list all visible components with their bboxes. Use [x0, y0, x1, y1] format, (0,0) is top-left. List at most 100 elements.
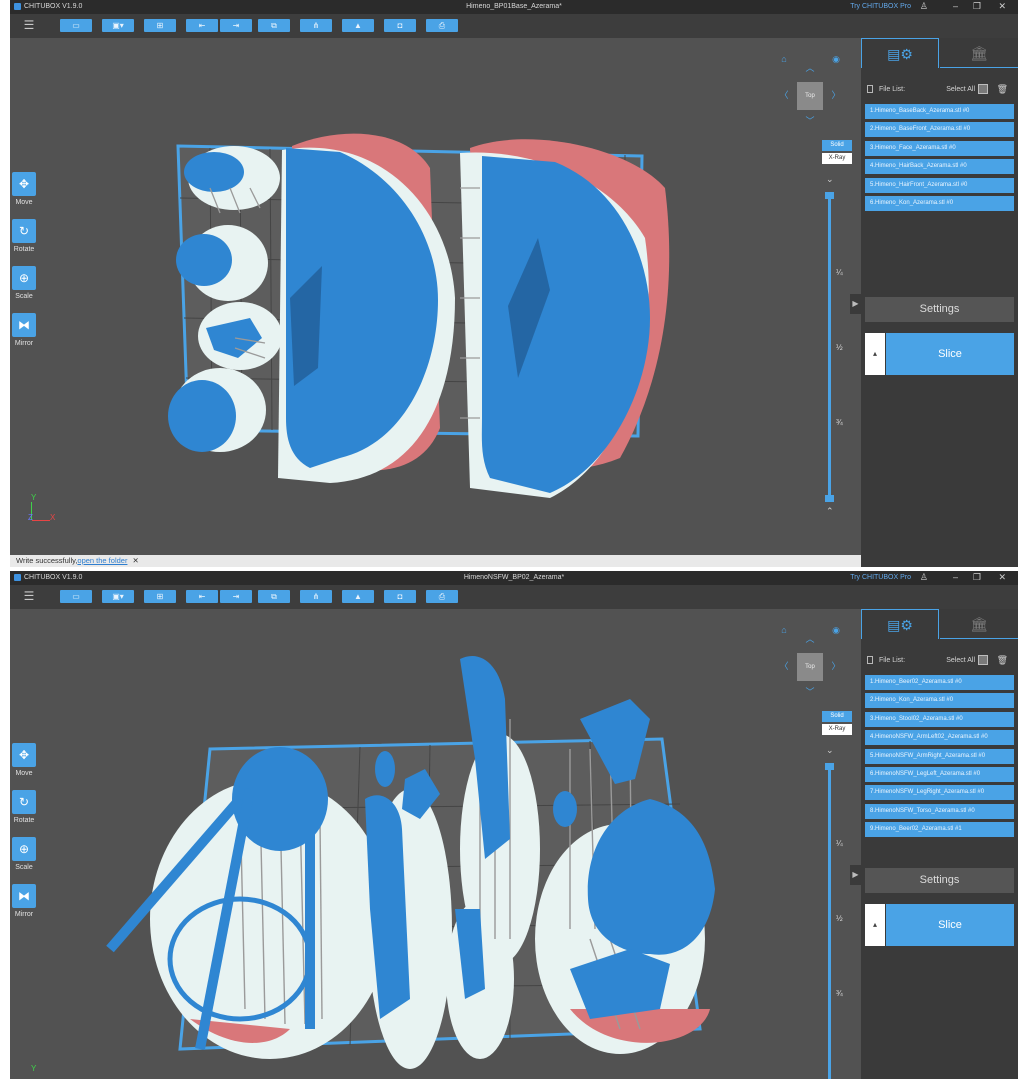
rotate-down-icon[interactable]: ﹀: [804, 116, 816, 126]
close-button[interactable]: ✕: [998, 1, 1006, 12]
tab-file-settings[interactable]: ▤⚙: [861, 609, 939, 639]
tab-print-settings[interactable]: 🏛: [940, 609, 1018, 639]
hollow-button[interactable]: ▲: [342, 19, 374, 32]
import-button[interactable]: ⇤: [186, 590, 218, 603]
select-all-checkbox[interactable]: [978, 84, 988, 94]
slice-button[interactable]: Slice: [886, 333, 1014, 375]
slider-up-caret-icon[interactable]: ⌄: [826, 174, 834, 185]
copy-button[interactable]: ⧉: [258, 590, 290, 603]
file-item[interactable]: 6.HimenoNSFW_LegLeft_Azerama.stl #0: [865, 766, 1014, 782]
hamburger-menu-icon[interactable]: ☰: [22, 18, 36, 32]
file-item[interactable]: 7.HimenoNSFW_LegRight_Azerama.stl #0: [865, 785, 1014, 801]
copy-button[interactable]: ⧉: [258, 19, 290, 32]
eye-icon[interactable]: ◉: [830, 54, 842, 64]
panel-collapse-arrow-icon[interactable]: ▶: [850, 865, 861, 885]
rotate-up-icon[interactable]: ︿: [804, 63, 816, 73]
rotate-down-icon[interactable]: ﹀: [804, 687, 816, 697]
hollow-button[interactable]: ▲: [342, 590, 374, 603]
scale-icon[interactable]: ⊕: [12, 837, 36, 861]
move-tool[interactable]: ✥ Move: [12, 172, 36, 206]
slider-down-caret-icon[interactable]: ⌃: [826, 506, 834, 517]
rotate-left-icon[interactable]: 〈: [778, 661, 790, 671]
tab-print-settings[interactable]: 🏛: [940, 38, 1018, 68]
file-item[interactable]: 1.Himeno_Beer02_Azerama.stl #0: [865, 675, 1014, 690]
try-pro-link[interactable]: Try CHITUBOX Pro: [850, 574, 911, 581]
restore-button[interactable]: ❐: [973, 1, 981, 12]
slice-options-button[interactable]: ▴: [865, 333, 885, 375]
rotate-icon[interactable]: ↻: [12, 790, 36, 814]
panel-collapse-arrow-icon[interactable]: ▶: [850, 294, 861, 314]
user-icon[interactable]: ♙: [920, 572, 928, 583]
open-file-button[interactable]: ▭: [60, 590, 92, 603]
file-item[interactable]: 2.Himeno_BaseFront_Azerama.stl #0: [865, 122, 1014, 138]
rotate-icon[interactable]: ↻: [12, 219, 36, 243]
move-tool[interactable]: ✥ Move: [12, 743, 36, 777]
tab-file-settings[interactable]: ▤⚙: [861, 38, 939, 68]
scale-tool[interactable]: ⊕ Scale: [12, 266, 36, 300]
mirror-tool[interactable]: ⧓ Mirror: [12, 313, 36, 347]
open-folder-link[interactable]: open the folder: [77, 556, 127, 565]
slider-up-caret-icon[interactable]: ⌄: [826, 745, 834, 756]
minimize-button[interactable]: –: [953, 572, 958, 582]
view-cube[interactable]: Top: [797, 653, 823, 681]
file-item[interactable]: 4.Himeno_HairBack_Azerama.stl #0: [865, 159, 1014, 175]
file-item[interactable]: 9.Himeno_Beer02_Azerama.stl #1: [865, 822, 1014, 838]
mirror-icon[interactable]: ⧓: [12, 884, 36, 908]
slice-button[interactable]: Slice: [886, 904, 1014, 946]
file-item[interactable]: 5.HimenoNSFW_ArmRight_Azerama.stl #0: [865, 748, 1014, 764]
print-button[interactable]: ⎙: [426, 590, 458, 603]
xray-mode-button[interactable]: X-Ray: [822, 724, 852, 735]
move-icon[interactable]: ✥: [12, 743, 36, 767]
file-item[interactable]: 6.Himeno_Kon_Azerama.stl #0: [865, 195, 1014, 211]
drill-button[interactable]: ◘: [384, 590, 416, 603]
settings-button[interactable]: Settings: [865, 297, 1014, 322]
auto-layout-button[interactable]: ⊞: [144, 19, 176, 32]
layer-slider[interactable]: [825, 192, 834, 502]
file-item[interactable]: 1.Himeno_BaseBack_Azerama.stl #0: [865, 104, 1014, 119]
file-item[interactable]: 2.Himeno_Kon_Azerama.stl #0: [865, 693, 1014, 709]
close-button[interactable]: ✕: [998, 572, 1006, 583]
supports-button[interactable]: ⋔: [300, 19, 332, 32]
save-button[interactable]: ▣▾: [102, 590, 134, 603]
rotate-right-icon[interactable]: 〉: [830, 661, 842, 671]
slider-top-handle[interactable]: [825, 763, 834, 770]
auto-layout-button[interactable]: ⊞: [144, 590, 176, 603]
file-item[interactable]: 8.HimenoNSFW_Torso_Azerama.stl #0: [865, 803, 1014, 819]
rotate-up-icon[interactable]: ︿: [804, 634, 816, 644]
xray-mode-button[interactable]: X-Ray: [822, 153, 852, 164]
file-item[interactable]: 4.HimenoNSFW_ArmLeft02_Azerama.stl #0: [865, 730, 1014, 746]
try-pro-link[interactable]: Try CHITUBOX Pro: [850, 3, 911, 10]
export-button[interactable]: ⇥: [220, 19, 252, 32]
minimize-button[interactable]: –: [953, 1, 958, 11]
hamburger-menu-icon[interactable]: ☰: [22, 589, 36, 603]
user-icon[interactable]: ♙: [920, 1, 928, 12]
trash-icon[interactable]: 🗑: [997, 655, 1008, 666]
file-item[interactable]: 3.Himeno_Face_Azerama.stl #0: [865, 140, 1014, 156]
mirror-tool[interactable]: ⧓ Mirror: [12, 884, 36, 918]
3d-viewport[interactable]: ✥ Move ↻ Rotate ⊕ Scale ⧓ Mirror ⌂ ◉ ︿ 〈 Top…: [10, 609, 861, 1079]
file-item[interactable]: 5.Himeno_HairFront_Azerama.stl #0: [865, 177, 1014, 193]
home-icon[interactable]: ⌂: [778, 625, 790, 635]
mirror-icon[interactable]: ⧓: [12, 313, 36, 337]
view-cube[interactable]: Top: [797, 82, 823, 110]
3d-viewport[interactable]: ✥ Move ↻ Rotate ⊕ Scale ⧓ Mirror ⌂ ◉ ︿ 〈 Top…: [10, 38, 861, 555]
slider-top-handle[interactable]: [825, 192, 834, 199]
settings-button[interactable]: Settings: [865, 868, 1014, 893]
scale-icon[interactable]: ⊕: [12, 266, 36, 290]
status-close-icon[interactable]: ✕: [133, 556, 139, 565]
save-button[interactable]: ▣▾: [102, 19, 134, 32]
rotate-left-icon[interactable]: 〈: [778, 90, 790, 100]
slider-bottom-handle[interactable]: [825, 495, 834, 502]
slice-options-button[interactable]: ▴: [865, 904, 885, 946]
rotate-tool[interactable]: ↻ Rotate: [12, 790, 36, 824]
eye-icon[interactable]: ◉: [830, 625, 842, 635]
home-icon[interactable]: ⌂: [778, 54, 790, 64]
rotate-right-icon[interactable]: 〉: [830, 90, 842, 100]
solid-mode-button[interactable]: Solid: [822, 711, 852, 722]
open-file-button[interactable]: ▭: [60, 19, 92, 32]
layer-slider[interactable]: [825, 763, 834, 1079]
move-icon[interactable]: ✥: [12, 172, 36, 196]
print-button[interactable]: ⎙: [426, 19, 458, 32]
drill-button[interactable]: ◘: [384, 19, 416, 32]
supports-button[interactable]: ⋔: [300, 590, 332, 603]
